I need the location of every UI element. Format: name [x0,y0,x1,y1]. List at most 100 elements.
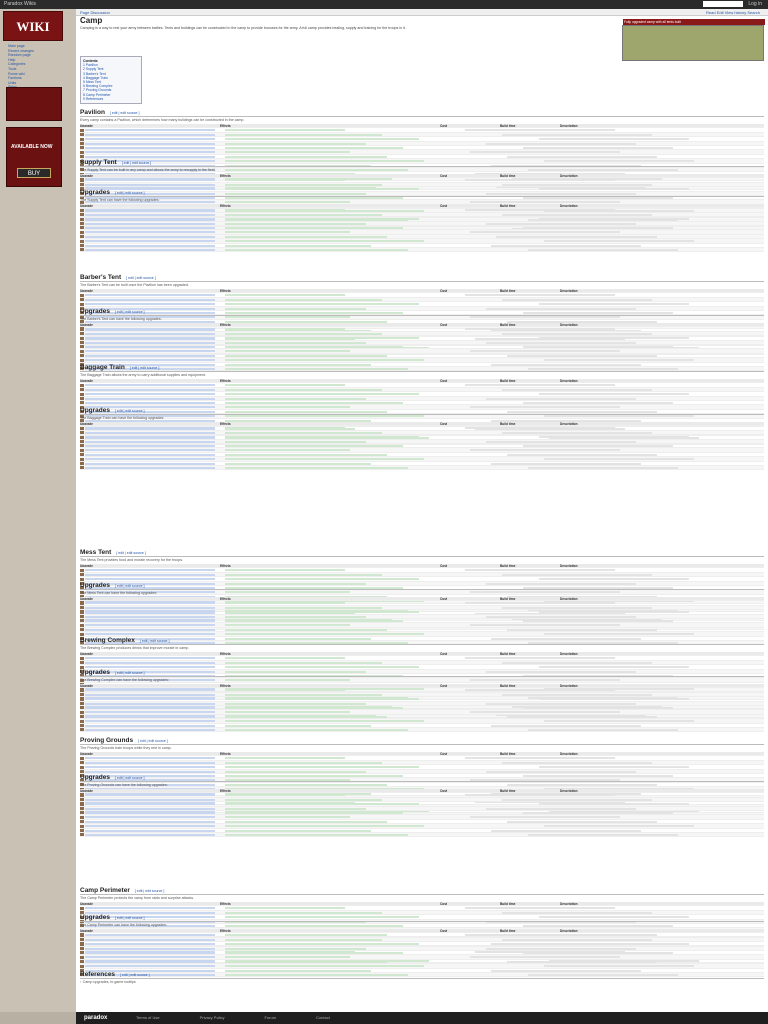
upgrade-icon [80,601,84,605]
upgrade-icon [80,336,84,340]
upgrade-icon [80,828,84,832]
section-heading: Upgrades [ edit | edit source ] [80,669,764,677]
edit-section-link[interactable]: [ edit | edit source ] [138,739,168,743]
data-table: Upgrade Effects Cost Build time Description [80,422,764,471]
section-title: Camp Perimeter [80,887,130,894]
section-note: Every camp contains a Pavilion, which de… [80,118,245,122]
data-table: Upgrade Effects Cost Build time Description [80,789,764,838]
tab-page[interactable]: Page Discussion [80,10,110,15]
footer-link[interactable]: Terms of Use [136,1015,160,1020]
section-note: The Barber's Tent can be built once the … [80,283,189,287]
footer-link[interactable]: Privacy Policy [200,1015,225,1020]
section-title: References [80,971,116,978]
game-ad-banner[interactable] [6,87,62,121]
tab-actions[interactable]: Read Edit View history Search [706,9,760,16]
section-title: Upgrades [80,407,110,414]
article-content: Page Discussion Read Edit View history S… [76,9,768,1012]
section-title: Upgrades [80,914,110,921]
edit-section-link[interactable]: [ edit | edit source ] [122,161,152,165]
footer-link[interactable]: Contact [316,1015,330,1020]
edit-section-link[interactable]: [ edit | edit source ] [135,889,165,893]
upgrade-icon [80,632,84,636]
upgrade-icon [80,619,84,623]
upgrade-icon [80,946,84,950]
top-navigation-bar: Paradox Wikis Log in [0,0,768,9]
section-heading: Upgrades [ edit | edit source ] [80,582,764,590]
upgrade-icon [80,133,84,137]
upgrade-icon [80,697,84,701]
upgrade-icon [80,349,84,353]
toc-item[interactable]: 9 References [83,97,139,101]
edit-section-link[interactable]: [ edit | edit source ] [115,584,145,588]
section-note: ↑ Camp upgrades, in-game tooltips [80,980,136,984]
section-title: Baggage Train [80,364,125,371]
site-name-link[interactable]: Paradox Wikis [4,1,36,7]
section-note: The Proving Grounds can have the followi… [80,783,168,787]
upgrade-icon [80,217,84,221]
upgrade-icon [80,614,84,618]
paradox-logo[interactable]: paradox [84,1014,107,1022]
edit-section-link[interactable]: [ edit | edit source ] [140,639,170,643]
edit-section-link[interactable]: [ edit | edit source ] [115,191,145,195]
camp-thumbnail-image[interactable]: Fully upgraded camp with all tents built [622,19,765,61]
section-title: Brewing Complex [80,637,135,644]
edit-section-link[interactable]: [ edit | edit source ] [115,310,145,314]
section-title: Barber's Tent [80,274,122,281]
upgrade-icon [80,435,84,439]
buy-button[interactable]: BUY [17,168,51,178]
section-note: The Baggage Train allows the army to car… [80,373,206,377]
upgrade-icon [80,466,84,470]
intro-paragraph: Camping is a way to rest your army betwe… [80,26,406,30]
section-title: Proving Grounds [80,737,134,744]
upgrade-icon [80,710,84,714]
section-note: The Mess Tent provides food and morale r… [80,558,184,562]
edit-section-link[interactable]: [ edit | edit source ] [115,671,145,675]
wiki-logo[interactable]: WIKI [3,11,63,41]
edit-section-link[interactable]: [ edit | edit source ] [126,276,156,280]
upgrade-icon [80,461,84,465]
edit-section-link[interactable]: [ edit | edit source ] [116,551,146,555]
upgrade-icon [80,693,84,697]
footer-link[interactable]: Forum [264,1015,276,1020]
login-link[interactable]: Log in [748,1,762,7]
upgrade-icon [80,688,84,692]
section-title: Upgrades [80,189,110,196]
upgrade-icon [80,235,84,239]
section-title: Upgrades [80,582,110,589]
section-heading: Upgrades [ edit | edit source ] [80,407,764,415]
edit-section-link[interactable]: [ edit | edit source ] [110,111,140,115]
upgrade-icon [80,824,84,828]
section-heading: Upgrades [ edit | edit source ] [80,914,764,922]
upgrade-icon [80,392,84,396]
upgrade-icon [80,388,84,392]
upgrade-icon [80,439,84,443]
upgrade-icon [80,942,84,946]
section-note: The Mess Tent can have the following upg… [80,591,158,595]
edit-section-link[interactable]: [ edit | edit source ] [115,776,145,780]
upgrade-icon [80,573,84,577]
data-table: Upgrade Effects Cost Build time Description [80,684,764,733]
upgrade-icon [80,345,84,349]
edit-section-link[interactable]: [ edit | edit source ] [120,973,150,977]
upgrade-icon [80,761,84,765]
upgrade-icon [80,765,84,769]
edit-section-link[interactable]: [ edit | edit source ] [115,916,145,920]
upgrade-icon [80,656,84,660]
table-row [80,832,764,838]
edit-section-link[interactable]: [ edit | edit source ] [115,409,145,413]
upgrade-icon [80,183,84,187]
upgrade-icon [80,938,84,942]
edit-section-link[interactable]: [ edit | edit source ] [130,366,160,370]
search-input[interactable] [703,0,744,7]
upgrade-icon [80,811,84,815]
section-note: The Camp Perimeter protects the camp fro… [80,896,195,900]
section-title: Upgrades [80,669,110,676]
section-note: The Brewing Complex produces drinks that… [80,646,190,650]
buy-ad-banner[interactable]: AVAILABLE NOW BUY [6,127,62,187]
table-of-contents: Contents 1 Pavilion 2 Supply Tent 3 Barber'… [80,56,142,104]
upgrade-icon [80,715,84,719]
upgrade-icon [80,798,84,802]
upgrade-icon [80,769,84,773]
upgrade-icon [80,802,84,806]
upgrade-icon [80,239,84,243]
